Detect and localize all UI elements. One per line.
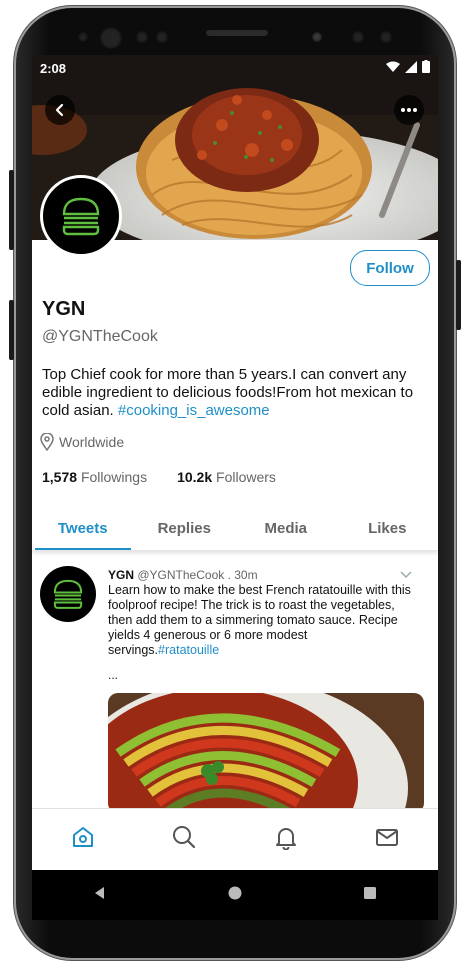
nav-home[interactable] bbox=[63, 817, 103, 857]
volume-button bbox=[9, 170, 14, 250]
system-navigation-bar bbox=[32, 870, 438, 920]
location-pin-icon bbox=[40, 433, 54, 451]
followers-count: 10.2k bbox=[177, 469, 213, 485]
back-button[interactable] bbox=[45, 95, 75, 125]
follow-counts: 1,578 Followings 10.2k Followers bbox=[42, 469, 276, 485]
tweet-image[interactable] bbox=[108, 693, 424, 813]
profile-tabs: Tweets Replies Media Likes bbox=[32, 507, 438, 550]
nav-search[interactable] bbox=[164, 817, 204, 857]
tweet-avatar[interactable] bbox=[40, 566, 96, 622]
bixby-button bbox=[9, 300, 14, 360]
system-home-button[interactable] bbox=[227, 885, 243, 906]
bottom-navigation bbox=[32, 808, 438, 864]
bio-hashtag-link[interactable]: #cooking_is_awesome bbox=[118, 402, 270, 419]
followings-link[interactable]: 1,578 Followings bbox=[42, 469, 147, 485]
profile-name: YGN bbox=[42, 298, 86, 320]
tweet-hashtag-link[interactable]: #ratatouille bbox=[158, 643, 219, 657]
tweet-time: . 30m bbox=[227, 568, 258, 582]
tab-replies[interactable]: Replies bbox=[134, 507, 236, 550]
tab-likes[interactable]: Likes bbox=[337, 507, 439, 550]
recents-square-icon bbox=[364, 886, 377, 899]
status-bar: 2:08 bbox=[32, 55, 438, 83]
signal-icon bbox=[405, 60, 417, 73]
followers-label: Followers bbox=[216, 469, 276, 485]
mail-icon bbox=[376, 828, 399, 846]
power-button bbox=[456, 260, 461, 330]
chevron-down-icon bbox=[400, 571, 412, 579]
profile-location: Worldwide bbox=[40, 433, 124, 451]
profile-bio: Top Chief cook for more than 5 years.I c… bbox=[42, 366, 428, 420]
home-icon bbox=[72, 826, 93, 847]
search-icon bbox=[173, 825, 196, 848]
tweet-options-button[interactable] bbox=[400, 568, 412, 582]
status-time: 2:08 bbox=[40, 61, 67, 76]
back-triangle-icon bbox=[94, 886, 104, 899]
more-dots-icon bbox=[401, 108, 417, 112]
tweet-author[interactable]: YGN bbox=[108, 568, 134, 582]
followers-link[interactable]: 10.2k Followers bbox=[177, 469, 276, 485]
followings-count: 1,578 bbox=[42, 469, 78, 485]
back-arrow-icon bbox=[55, 103, 64, 117]
tweet-handle: @YGNTheCook bbox=[137, 568, 225, 582]
system-recents-button[interactable] bbox=[362, 885, 378, 906]
tab-media[interactable]: Media bbox=[235, 507, 337, 550]
home-circle-icon bbox=[228, 886, 242, 899]
burger-logo-icon bbox=[62, 197, 100, 236]
wifi-icon bbox=[386, 61, 400, 72]
system-back-button[interactable] bbox=[92, 885, 108, 906]
app-screen: 2:08 Follow YGN @YGNTheCook Top Chief co… bbox=[32, 55, 438, 920]
tweet-more: ... bbox=[108, 668, 119, 682]
tweet-header: YGN @YGNTheCook . 30m bbox=[108, 568, 258, 582]
bell-icon bbox=[275, 827, 296, 850]
tweet-feed: YGN @YGNTheCook . 30m Learn how to make … bbox=[32, 550, 438, 813]
followings-label: Followings bbox=[80, 469, 148, 485]
status-icons bbox=[386, 60, 430, 73]
location-text: Worldwide bbox=[59, 434, 125, 450]
battery-icon bbox=[422, 60, 430, 73]
profile-avatar[interactable] bbox=[40, 175, 122, 257]
more-options-button[interactable] bbox=[394, 95, 424, 125]
nav-notifications[interactable] bbox=[266, 817, 306, 857]
nav-messages[interactable] bbox=[367, 817, 407, 857]
follow-button[interactable]: Follow bbox=[350, 250, 430, 286]
tweet-text: Learn how to make the best French ratato… bbox=[108, 583, 411, 657]
burger-logo-icon bbox=[53, 579, 83, 609]
profile-handle: @YGNTheCook bbox=[42, 328, 158, 345]
tab-tweets[interactable]: Tweets bbox=[32, 507, 134, 550]
tweet-body: Learn how to make the best French ratato… bbox=[108, 583, 418, 658]
